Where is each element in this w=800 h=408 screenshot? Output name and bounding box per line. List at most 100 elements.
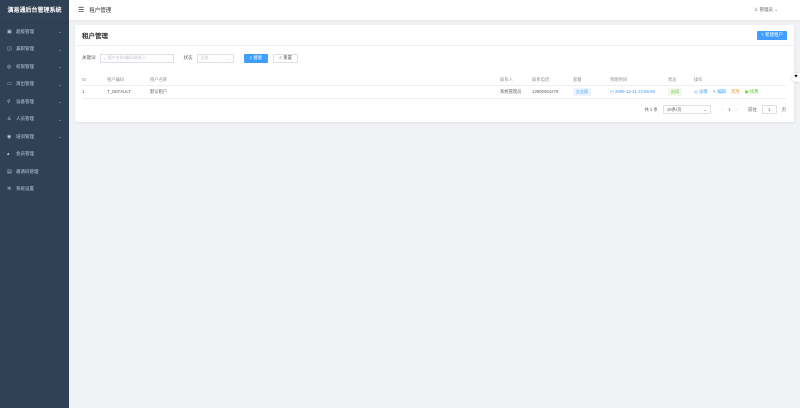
- chevron-down-icon: ⌄: [58, 134, 62, 140]
- prev-page-button[interactable]: ‹: [722, 107, 723, 112]
- menu-toggle-icon[interactable]: ☰: [78, 6, 84, 14]
- search-button[interactable]: ⌕ 搜索: [243, 53, 269, 63]
- cell-code: T_DEFAULT: [107, 85, 150, 99]
- cell-id: 1: [82, 85, 107, 99]
- search-label: 搜索: [253, 55, 263, 60]
- renew-button[interactable]: ▣ 续费: [745, 89, 759, 94]
- menu-icon: ◎: [7, 63, 12, 70]
- breadcrumb: 租户管理: [89, 8, 112, 14]
- next-page-button[interactable]: ›: [736, 107, 737, 112]
- sidebar-item[interactable]: ▴ 会员管理: [0, 146, 69, 164]
- sidebar-item[interactable]: ◫ 兼职管理 ⌄: [0, 41, 69, 59]
- sidebar-item-label: 演出管理: [16, 81, 34, 87]
- column-header: 租户名称: [150, 75, 500, 86]
- page-size-select[interactable]: 10条/页 ⌄: [662, 105, 711, 114]
- goto-input[interactable]: 1: [761, 105, 777, 114]
- status-value: 全部: [200, 55, 209, 60]
- reset-label: 重置: [283, 55, 293, 60]
- sidebar: 演易通后台管理系统 ▣ 超级管理 ⌄ ◫ 兼职管理 ⌄ ◎ 权限管理 ⌄ ▭ 演出管理 ⌄ ⚲ 设备管理 ⌄…: [0, 0, 69, 408]
- total-count: 共 1 条: [644, 106, 658, 112]
- column-header: 操作: [694, 75, 786, 86]
- cell-expire: ◷ 2099-12-31 23:59:59: [610, 85, 668, 99]
- user-name: 管理员: [759, 7, 773, 12]
- column-header: 联系人: [500, 75, 532, 86]
- edit-button[interactable]: ✎ 编辑: [713, 89, 726, 94]
- chevron-down-icon: ⌄: [58, 29, 62, 35]
- sidebar-item[interactable]: ▭ 演出管理 ⌄: [0, 76, 69, 94]
- chevron-down-icon: ⌄: [58, 46, 62, 52]
- new-tenant-button[interactable]: + 新建租户: [757, 30, 787, 40]
- page-number[interactable]: 1: [728, 107, 730, 112]
- sidebar-item[interactable]: ⚲ 设备管理 ⌄: [0, 93, 69, 111]
- goto-label: 前往: [748, 106, 757, 112]
- column-header: 租户编码: [107, 75, 150, 86]
- column-header: 套餐: [573, 75, 610, 86]
- chevron-down-icon: ⌄: [58, 81, 62, 87]
- reset-button[interactable]: ⌕ 重置: [273, 53, 299, 63]
- cell-status: 启用: [668, 85, 694, 99]
- edit-label: 编辑: [717, 88, 726, 94]
- sidebar-item[interactable]: ✲ 系统设置: [0, 181, 69, 199]
- chevron-down-icon: ⌄: [58, 64, 62, 70]
- renew-label: 续费: [749, 88, 759, 94]
- chevron-down-icon: ⌄: [226, 55, 230, 61]
- sidebar-item[interactable]: ▤ 邀请码管理: [0, 163, 69, 181]
- user-menu[interactable]: ♙ 管理员 ⌄: [754, 7, 778, 13]
- header: ☰ 租户管理 ♙ 管理员 ⌄: [69, 0, 800, 20]
- tenant-table: ID 租户编码 租户名称 联系人 联系电话 套餐 到期时间 状态 操作 1 T_DEFAULT …: [82, 75, 786, 99]
- filter-bar: 关键词 ⌕ 租户名称/编码/联系人 状态 全部 ⌄ ⌕ 搜索 ⌕ 重置: [75, 50, 794, 66]
- sidebar-item-label: 权限管理: [16, 63, 34, 69]
- page-title: 租户管理: [82, 33, 108, 40]
- chevron-down-icon: ⌄: [703, 106, 707, 112]
- sidebar-item-label: 培训管理: [16, 133, 34, 139]
- cell-actions: ◎ 详情 ✎ 编辑 禁用 ▣ 续费: [694, 85, 786, 99]
- table-row: 1 T_DEFAULT 默认租户 系统管理员 13900064279 企业版 ◷…: [82, 85, 786, 99]
- app-title: 演易通后台管理系统: [0, 0, 69, 23]
- menu-icon: ◉: [7, 133, 12, 140]
- cell-phone: 13900064279: [532, 85, 573, 99]
- cell-plan: 企业版: [573, 85, 610, 99]
- menu-icon: ◫: [7, 46, 12, 53]
- disable-button[interactable]: 禁用: [731, 89, 740, 94]
- sidebar-item-label: 会员管理: [16, 151, 34, 157]
- sidebar-item-label: 邀请码管理: [16, 168, 39, 174]
- sidebar-item[interactable]: ◎ 权限管理 ⌄: [0, 58, 69, 76]
- sidebar-item[interactable]: ▣ 超级管理 ⌄: [0, 23, 69, 41]
- detail-label: 详情: [698, 88, 708, 94]
- cell-contact: 系统管理员: [500, 85, 532, 99]
- sidebar-item-label: 超级管理: [16, 28, 34, 34]
- cell-name: 默认租户: [150, 85, 500, 99]
- chevron-down-icon: ⌄: [772, 7, 778, 12]
- menu-icon: ▴: [7, 151, 10, 158]
- pagination: 共 1 条 10条/页 ⌄ ‹ 1 › 前往 1 页: [644, 105, 786, 114]
- menu-icon: ♙: [7, 116, 12, 123]
- sidebar-item-label: 系统设置: [16, 186, 34, 192]
- column-header: ID: [82, 75, 107, 86]
- plan-tag: 企业版: [573, 87, 591, 96]
- disable-label: 禁用: [730, 88, 740, 94]
- status-select[interactable]: 全部 ⌄: [196, 53, 234, 63]
- sidebar-item[interactable]: ◉ 培训管理 ⌄: [0, 128, 69, 146]
- column-header: 联系电话: [532, 75, 573, 86]
- sidebar-item-label: 设备管理: [16, 98, 34, 104]
- sidebar-item[interactable]: ♙ 人员管理 ⌄: [0, 111, 69, 129]
- sparkle-icon[interactable]: ✦: [792, 73, 800, 82]
- menu-icon: ✲: [7, 186, 12, 193]
- search-icon: ⌕: [103, 55, 106, 61]
- menu-icon: ▭: [7, 81, 12, 88]
- keyword-placeholder: 租户名称/编码/联系人: [107, 55, 146, 60]
- menu-icon: ▤: [7, 168, 12, 175]
- expire-text: 2099-12-31 23:59:59: [614, 88, 655, 94]
- chevron-down-icon: ⌄: [58, 99, 62, 105]
- sidebar-item-label: 兼职管理: [16, 46, 34, 52]
- status-label: 状态: [183, 55, 193, 60]
- menu-icon: ▣: [7, 28, 12, 35]
- page-suffix: 页: [781, 106, 786, 112]
- sidebar-nav: ▣ 超级管理 ⌄ ◫ 兼职管理 ⌄ ◎ 权限管理 ⌄ ▭ 演出管理 ⌄ ⚲ 设备管理 ⌄ ♙ 人员管理 ⌄ ◉ 培训管…: [0, 23, 69, 198]
- chevron-down-icon: ⌄: [58, 116, 62, 122]
- status-badge: 启用: [668, 87, 682, 96]
- keyword-label: 关键词: [82, 55, 96, 60]
- page-size-value: 10条/页: [666, 106, 682, 112]
- keyword-input[interactable]: ⌕ 租户名称/编码/联系人: [99, 53, 174, 63]
- detail-button[interactable]: ◎ 详情: [694, 89, 708, 94]
